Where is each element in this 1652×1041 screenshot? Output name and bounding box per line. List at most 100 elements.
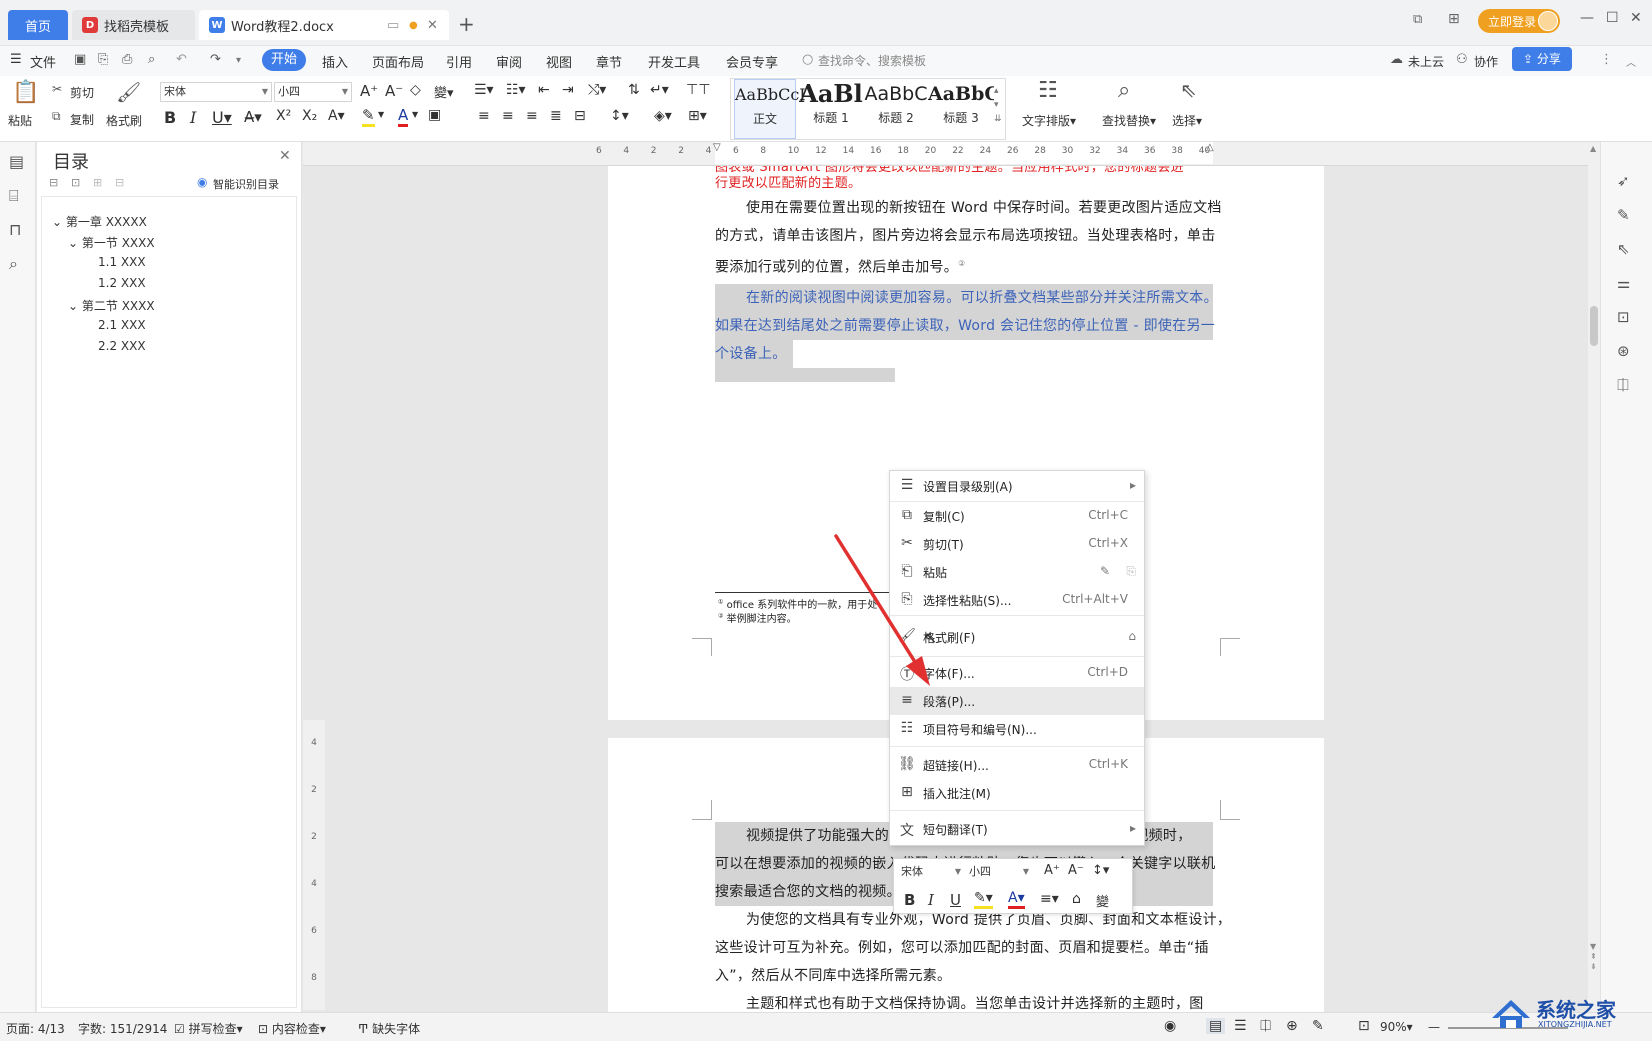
style-gallery-scroll[interactable]: ▴ ▾ ⇊: [994, 84, 1002, 126]
toc-item[interactable]: ⌄ 第一节 XXXX: [68, 234, 155, 251]
window-close-icon[interactable]: ✕: [1630, 10, 1642, 26]
print-icon[interactable]: ⎙: [122, 52, 132, 67]
cloud-status[interactable]: 未上云: [1408, 53, 1444, 70]
spell-check-toggle[interactable]: ☑ 拼写检查▾: [174, 1020, 243, 1037]
subscript-icon[interactable]: X₂: [302, 108, 317, 124]
compass-icon[interactable]: ⊛: [1617, 342, 1630, 360]
mini-grow-icon[interactable]: A⁺: [1044, 863, 1060, 878]
ctx-translate[interactable]: 文短句翻译(T) ▸: [890, 815, 1144, 843]
superscript-icon[interactable]: X²: [276, 108, 291, 124]
vertical-scrollbar[interactable]: ▲ ▼ ⇞ ⇟: [1588, 142, 1600, 1012]
font-color-icon[interactable]: A: [398, 106, 409, 127]
apps-grid-icon[interactable]: ⊞: [1448, 11, 1460, 27]
menu-file[interactable]: 文件: [30, 52, 56, 71]
outdent-icon[interactable]: ⇤: [538, 82, 550, 98]
find-replace-button[interactable]: 查找替换▾: [1102, 112, 1156, 129]
toc-item[interactable]: ⌄ 第二节 XXXX: [68, 297, 155, 314]
style-heading1[interactable]: AaBl 标题 1: [798, 79, 864, 139]
bullets-icon[interactable]: ☰▾: [474, 82, 494, 98]
pen-icon[interactable]: ✎: [1617, 206, 1630, 224]
toc-panel-icon[interactable]: ▤: [9, 152, 24, 171]
char-border-icon[interactable]: ▣: [428, 107, 441, 123]
login-button[interactable]: 立即登录: [1478, 9, 1560, 33]
copy-button[interactable]: 复制: [70, 111, 94, 128]
font-grow-icon[interactable]: A⁺: [360, 82, 378, 100]
close-panel-icon[interactable]: ✕: [279, 148, 291, 164]
ctx-hyperlink[interactable]: ⛓ 超链接(H)... Ctrl+K: [890, 751, 1144, 779]
collapse-ribbon-icon[interactable]: ︿: [1626, 54, 1636, 69]
mini-font-name[interactable]: 宋体 ▼: [898, 863, 964, 881]
ctx-insert-comment[interactable]: ⊞ 插入批注(M): [890, 779, 1144, 807]
menu-view[interactable]: 视图: [546, 52, 572, 71]
menu-chapter[interactable]: 章节: [596, 52, 622, 71]
new-tab-icon[interactable]: +: [458, 12, 475, 36]
mini-line-spacing-icon[interactable]: ↕▾: [1092, 863, 1109, 878]
quick-more-icon[interactable]: ▾: [236, 55, 241, 66]
outline-view-icon[interactable]: ☰: [1234, 1018, 1247, 1034]
more-icon[interactable]: ⋮: [1600, 52, 1613, 67]
ctx-bullets-numbering[interactable]: ☷ 项目符号和编号(N)...: [890, 715, 1144, 743]
mini-brush-icon[interactable]: ⌂: [1072, 891, 1081, 907]
strikethrough-icon[interactable]: A̶▾: [244, 108, 262, 126]
horizontal-ruler[interactable]: ▽ △ ▣ 6422468101214161820222426283032343…: [303, 142, 1604, 166]
indent-icon[interactable]: ⇥: [562, 82, 574, 98]
redo-icon[interactable]: ↷: [210, 52, 221, 67]
mini-font-size[interactable]: 小四 ▼: [966, 863, 1032, 881]
undo-icon[interactable]: ↶: [176, 52, 187, 67]
page-view-icon[interactable]: ▤: [1206, 1018, 1226, 1034]
scroll-up-icon[interactable]: ▲: [1590, 144, 1596, 153]
chinese-layout-icon[interactable]: ⤭▾: [588, 82, 606, 98]
save-icon[interactable]: ▣: [74, 52, 86, 67]
preview-icon[interactable]: ⌕: [148, 52, 155, 67]
web-view-icon[interactable]: ⊕: [1286, 1018, 1298, 1034]
mini-align-icon[interactable]: ≡▾: [1040, 891, 1059, 907]
menu-references[interactable]: 引用: [446, 52, 472, 71]
missing-font-button[interactable]: Ͳ 缺失字体: [358, 1020, 420, 1037]
image-tool-icon[interactable]: ⊡: [1617, 308, 1630, 326]
minimize-icon[interactable]: —: [1580, 10, 1594, 26]
toc-item[interactable]: ⌄ 第一章 XXXXX: [52, 213, 147, 230]
shading-icon[interactable]: ◈▾: [654, 108, 672, 124]
style-heading2[interactable]: AaBbC 标题 2: [864, 79, 928, 139]
format-painter-button[interactable]: 格式刷: [106, 112, 142, 129]
underline-icon[interactable]: U▾: [212, 108, 232, 127]
mini-underline-icon[interactable]: U: [950, 891, 961, 909]
scroll-page-icons[interactable]: ▼ ⇞ ⇟: [1590, 942, 1597, 972]
write-view-icon[interactable]: ✎: [1312, 1018, 1324, 1034]
clear-format-icon[interactable]: ◇: [410, 82, 421, 98]
collapse-all-icon[interactable]: ⊟: [49, 176, 58, 189]
chapter-nav-icon[interactable]: ⌸: [9, 186, 19, 206]
font-name-select[interactable]: 宋体 ▼: [160, 82, 272, 102]
style-heading3[interactable]: AaBbC 标题 3: [928, 79, 994, 139]
phonetic-icon[interactable]: 變▾: [434, 82, 454, 101]
book-icon[interactable]: ⎅: [1617, 376, 1629, 394]
sliders-icon[interactable]: ⚌: [1617, 274, 1630, 292]
mini-font-color-icon[interactable]: A▾: [1008, 890, 1025, 909]
expand-up-icon[interactable]: ⊡: [71, 176, 80, 189]
collab-button[interactable]: 协作: [1474, 53, 1498, 70]
menu-developer[interactable]: 开发工具: [648, 52, 700, 71]
scroll-thumb[interactable]: [1590, 306, 1598, 346]
align-left-icon[interactable]: ≡: [478, 108, 490, 124]
page-indicator[interactable]: 页面: 4/13: [6, 1020, 65, 1037]
cut-button[interactable]: 剪切: [70, 84, 94, 101]
paste-button[interactable]: 粘贴: [8, 112, 32, 129]
eye-protect-icon[interactable]: ◉: [1164, 1018, 1176, 1034]
rocket-icon[interactable]: ➶: [1617, 172, 1630, 190]
tab-document[interactable]: W Word教程2.docx ▭ ● ✕: [199, 10, 449, 40]
search-command-input[interactable]: 查找命令、搜索模板: [818, 52, 926, 69]
indent-marker-icon[interactable]: ▽: [713, 142, 721, 153]
text-effect-icon[interactable]: A▾: [328, 108, 345, 124]
word-count[interactable]: 字数: 151/2914: [78, 1020, 167, 1037]
tab-home[interactable]: 首页: [8, 10, 68, 40]
reading-view-icon[interactable]: ⎅: [1260, 1018, 1271, 1034]
mini-highlight-icon[interactable]: ✎▾: [974, 890, 993, 909]
close-tab-icon[interactable]: ✕: [427, 18, 438, 33]
mini-phonetic-icon[interactable]: 變: [1096, 891, 1109, 910]
paste-icon[interactable]: 📋: [12, 80, 39, 105]
ctx-paragraph[interactable]: ≡ 段落(P)...: [890, 687, 1144, 715]
sort-icon[interactable]: ⇅: [628, 82, 640, 98]
tab-template[interactable]: D 找稻壳模板: [72, 10, 195, 40]
maximize-icon[interactable]: ☐: [1606, 10, 1619, 26]
share-button[interactable]: ⇪ 分享: [1512, 47, 1572, 71]
